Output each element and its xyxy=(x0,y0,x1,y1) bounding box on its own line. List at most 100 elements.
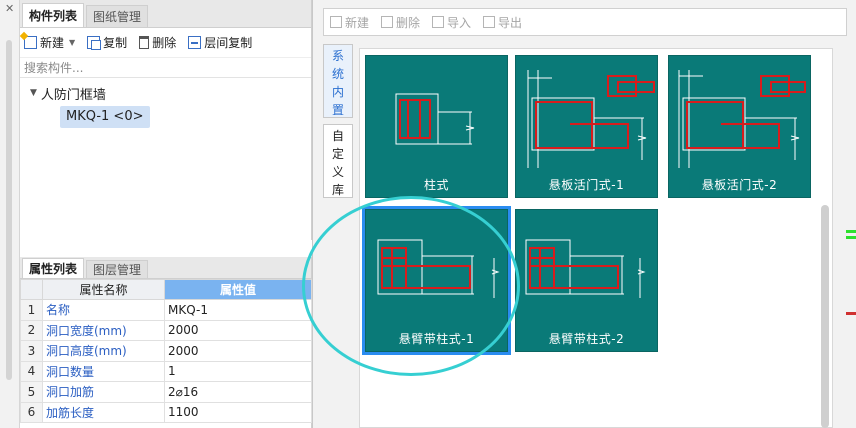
tab-system-builtin[interactable]: 系 统 内 置 xyxy=(323,44,353,118)
door-frame-template-dialog: 新建 删除 导入 导出 系 统 内 置 自 定 义 库 柱式 悬板活门式-1 悬… xyxy=(312,0,856,428)
tab-char: 自 xyxy=(331,129,344,143)
component-tree: ▼ 人防门框墙 MKQ-1 <0> xyxy=(20,78,311,128)
table-row[interactable]: 5 洞口加筋 2⌀16 xyxy=(20,381,312,403)
template-grid: 柱式 悬板活门式-1 悬板活门式-2 悬臂带柱式-1 悬臂带柱式-2 xyxy=(359,48,833,428)
tile-label: 柱式 xyxy=(423,178,449,192)
dialog-import-button[interactable]: 导入 xyxy=(432,14,471,31)
property-name-header: 属性名称 xyxy=(42,279,165,300)
row-index: 5 xyxy=(20,381,43,403)
tree-node-label: 人防门框墙 xyxy=(40,87,106,103)
component-search-input[interactable]: 搜索构件... xyxy=(20,58,311,78)
dialog-delete-button[interactable]: 删除 xyxy=(381,14,420,31)
property-name: 名称 xyxy=(42,299,165,321)
property-name: 洞口高度(mm) xyxy=(42,340,165,362)
delete-button-label: 删除 xyxy=(152,36,177,50)
table-row[interactable]: 1 名称 MKQ-1 xyxy=(20,299,312,321)
template-tile-column[interactable]: 柱式 xyxy=(365,55,508,198)
tab-property-list[interactable]: 属性列表 xyxy=(22,258,85,278)
left-edge-strip: ✕ xyxy=(0,0,20,428)
tab-component-list[interactable]: 构件列表 xyxy=(22,3,85,27)
row-index: 2 xyxy=(20,319,43,341)
copy-button[interactable]: 复制 xyxy=(87,34,127,51)
row-index: 4 xyxy=(20,360,43,382)
floor-copy-button-label: 层间复制 xyxy=(204,36,253,50)
edge-marker-green xyxy=(846,230,856,233)
template-tile-hanging-slab-1[interactable]: 悬板活门式-1 xyxy=(515,55,658,198)
property-name: 洞口加筋 xyxy=(42,381,165,403)
property-value[interactable]: 2000 xyxy=(164,340,312,362)
column-type-diagram xyxy=(395,93,475,145)
tab-char: 定 xyxy=(331,147,344,161)
expand-triangle-icon[interactable]: ▼ xyxy=(30,88,37,98)
tab-char: 系 xyxy=(331,49,344,63)
delete-button[interactable]: 删除 xyxy=(139,34,176,51)
trash-icon xyxy=(139,36,150,49)
component-tabbar: 构件列表 图纸管理 xyxy=(20,0,311,28)
tile-label: 悬臂带柱式-2 xyxy=(548,332,625,346)
tab-layer-management[interactable]: 图层管理 xyxy=(86,260,149,278)
tab-char: 置 xyxy=(331,103,344,117)
new-button-label: 新建 xyxy=(40,36,65,50)
property-tabbar: 属性列表 图层管理 xyxy=(20,257,311,279)
property-table: 属性名称 属性值 1 名称 MKQ-1 2 洞口宽度(mm) 2000 3 洞口… xyxy=(20,279,312,423)
template-grid-scrollbar[interactable] xyxy=(821,205,829,428)
tree-leaf-mkq-1[interactable]: MKQ-1 <0> xyxy=(60,106,150,128)
template-tile-cantilever-column-2[interactable]: 悬臂带柱式-2 xyxy=(515,209,658,352)
tab-custom-library[interactable]: 自 定 义 库 xyxy=(323,124,353,198)
copy-icon xyxy=(87,36,102,50)
left-scrollbar[interactable] xyxy=(6,40,12,380)
new-button[interactable]: 新建 ▼ xyxy=(24,34,75,51)
floor-copy-icon xyxy=(188,36,202,49)
tab-char: 统 xyxy=(331,67,344,81)
copy-button-label: 复制 xyxy=(103,36,128,50)
hanging-slab-2-diagram xyxy=(678,70,806,168)
chevron-down-icon[interactable]: ▼ xyxy=(69,38,75,47)
tab-char: 内 xyxy=(331,85,344,99)
property-name: 加筋长度 xyxy=(42,401,165,423)
dialog-import-label: 导入 xyxy=(447,15,472,30)
tab-char: 库 xyxy=(331,183,344,197)
property-value[interactable]: 1 xyxy=(164,360,312,382)
index-header xyxy=(20,279,43,300)
property-value-header: 属性值 xyxy=(164,279,312,300)
property-table-header: 属性名称 属性值 xyxy=(20,279,312,300)
dialog-export-button[interactable]: 导出 xyxy=(483,14,522,31)
edge-marker-green xyxy=(846,236,856,239)
table-row[interactable]: 2 洞口宽度(mm) 2000 xyxy=(20,319,312,341)
tab-drawing-management[interactable]: 图纸管理 xyxy=(86,5,149,27)
trash-icon xyxy=(381,16,394,28)
tile-label: 悬臂带柱式-1 xyxy=(398,332,475,346)
row-index: 6 xyxy=(20,401,43,423)
template-tile-cantilever-column-1[interactable]: 悬臂带柱式-1 xyxy=(365,209,508,352)
row-index: 1 xyxy=(20,299,43,321)
dialog-new-label: 新建 xyxy=(345,15,370,30)
dialog-new-button[interactable]: 新建 xyxy=(330,14,369,31)
import-icon xyxy=(432,16,445,28)
property-panel: 属性列表 图层管理 属性名称 属性值 1 名称 MKQ-1 2 洞口宽度(mm)… xyxy=(20,257,312,428)
floor-copy-button[interactable]: 层间复制 xyxy=(188,34,252,51)
new-doc-icon xyxy=(330,16,342,28)
table-row[interactable]: 3 洞口高度(mm) 2000 xyxy=(20,340,312,362)
tree-node-civil-defense-door-wall[interactable]: ▼ 人防门框墙 xyxy=(20,82,311,104)
hanging-slab-1-diagram xyxy=(527,70,655,168)
component-list-panel: 构件列表 图纸管理 新建 ▼ 复制 删除 层间复制 搜索构件... ▼ 人防门框… xyxy=(20,0,312,240)
row-index: 3 xyxy=(20,340,43,362)
property-value[interactable]: 2⌀16 xyxy=(164,381,312,403)
edge-marker-red xyxy=(846,312,856,315)
template-tile-hanging-slab-2[interactable]: 悬板活门式-2 xyxy=(668,55,811,198)
dialog-toolbar: 新建 删除 导入 导出 xyxy=(323,8,847,36)
cantilever-column-1-diagram xyxy=(377,239,500,298)
export-icon xyxy=(483,16,496,28)
dialog-export-label: 导出 xyxy=(498,15,523,30)
property-value[interactable]: MKQ-1 xyxy=(164,299,312,321)
property-name: 洞口数量 xyxy=(42,360,165,382)
property-name: 洞口宽度(mm) xyxy=(42,319,165,341)
property-value[interactable]: 2000 xyxy=(164,319,312,341)
property-value[interactable]: 1100 xyxy=(164,401,312,423)
table-row[interactable]: 4 洞口数量 1 xyxy=(20,360,312,382)
close-icon[interactable]: ✕ xyxy=(5,2,14,15)
table-row[interactable]: 6 加筋长度 1100 xyxy=(20,401,312,423)
tab-char: 义 xyxy=(331,165,344,179)
tile-label: 悬板活门式-2 xyxy=(701,178,778,192)
dialog-delete-label: 删除 xyxy=(396,15,421,30)
